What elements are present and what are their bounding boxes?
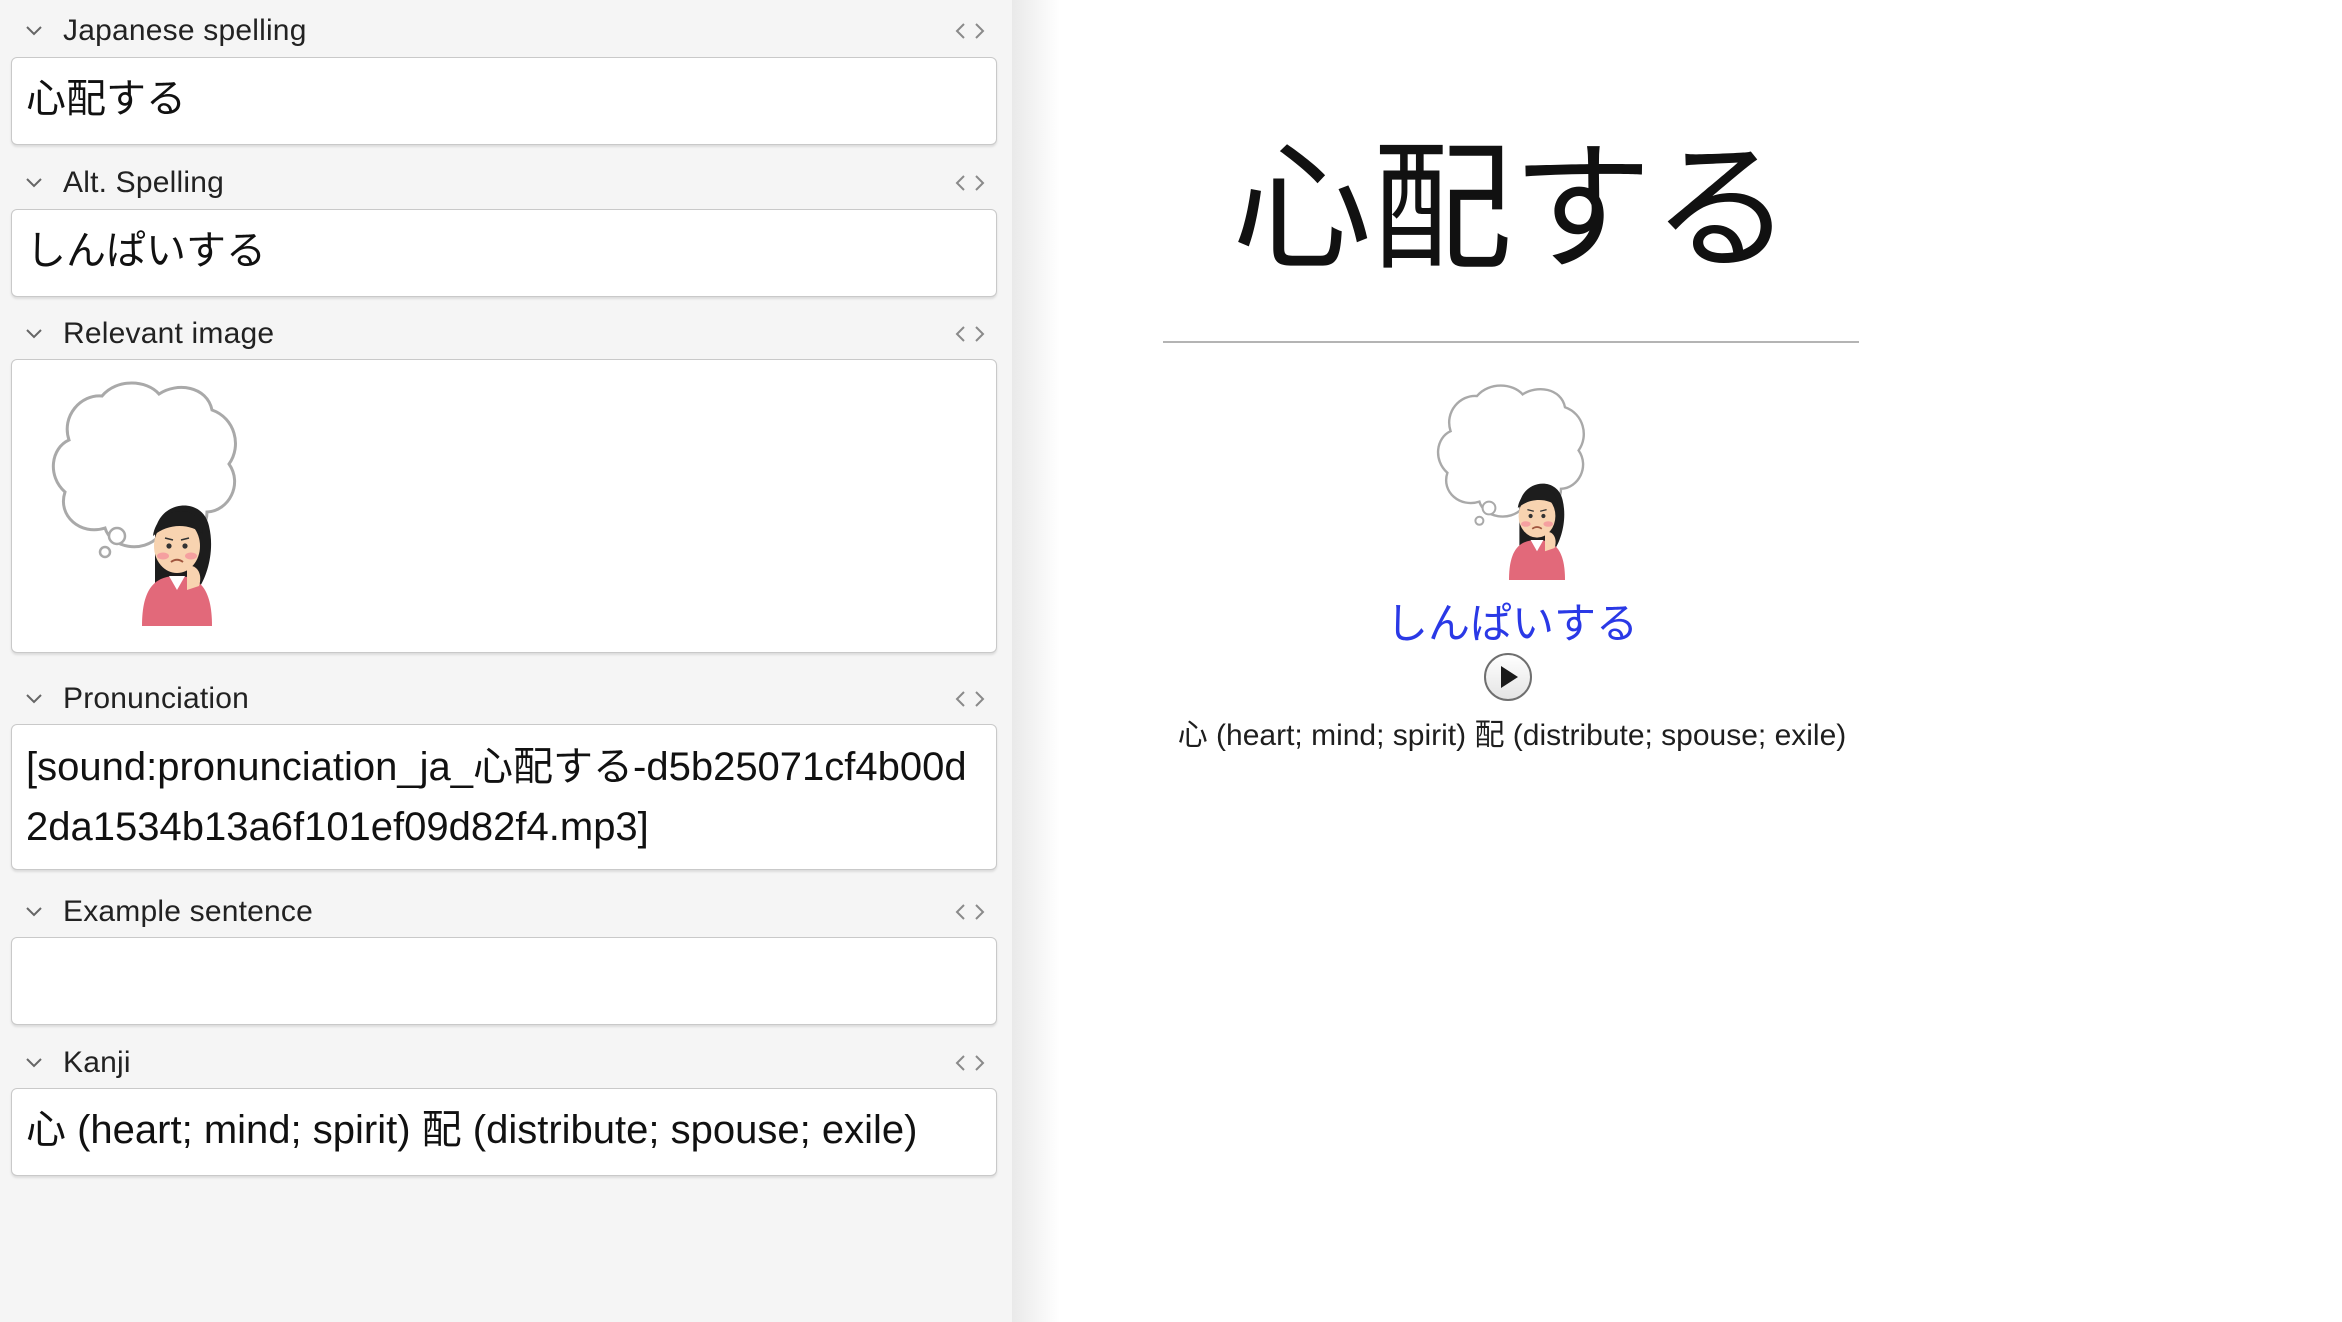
note-editor: Japanese spelling 心配する Alt. Spelling しんぱ… <box>0 0 1012 1322</box>
chevron-down-icon[interactable] <box>22 19 46 43</box>
worried-woman-thought-bubble-image <box>1437 384 1585 580</box>
field-value: 心配する <box>26 77 186 121</box>
field-input-kanji[interactable]: 心 (heart; mind; spirit) 配 (distribute; s… <box>11 1088 997 1176</box>
code-brackets-icon[interactable] <box>953 18 987 44</box>
field-value: 心 (heart; mind; spirit) 配 (distribute; s… <box>26 1108 918 1152</box>
field-input-japanese-spelling[interactable]: 心配する <box>11 57 997 145</box>
chevron-down-icon[interactable] <box>22 171 46 195</box>
field-value: [sound:pronunciation_ja_心配する-d5b25071cf4… <box>26 745 967 849</box>
field-header-example-sentence: Example sentence <box>0 892 1000 932</box>
field-value: しんぱいする <box>26 229 266 273</box>
preview-divider <box>1163 341 1859 343</box>
field-input-alt-spelling[interactable]: しんぱいする <box>11 209 997 297</box>
chevron-down-icon[interactable] <box>22 900 46 924</box>
chevron-down-icon[interactable] <box>22 687 46 711</box>
preview-word: 心配する <box>1231 128 1792 291</box>
field-header-alt-spelling: Alt. Spelling <box>0 163 1000 203</box>
code-brackets-icon[interactable] <box>953 1050 987 1076</box>
worried-woman-thought-bubble-image <box>51 381 237 626</box>
play-audio-button[interactable] <box>1484 653 1532 701</box>
chevron-down-icon[interactable] <box>22 1051 46 1075</box>
field-input-relevant-image[interactable] <box>11 359 997 653</box>
field-header-kanji: Kanji <box>0 1043 1000 1083</box>
code-brackets-icon[interactable] <box>953 899 987 925</box>
play-icon <box>1501 666 1518 688</box>
field-label: Relevant image <box>63 317 275 350</box>
code-brackets-icon[interactable] <box>953 321 987 347</box>
card-preview: 心配する しんぱいする 心 (heart; mind; spirit) 配 (d… <box>1012 0 2342 1322</box>
field-label: Example sentence <box>63 895 314 928</box>
field-label: Japanese spelling <box>63 14 307 47</box>
code-brackets-icon[interactable] <box>953 686 987 712</box>
field-label: Alt. Spelling <box>63 166 225 199</box>
preview-kanji-info: 心 (heart; mind; spirit) 配 (distribute; s… <box>1177 719 1847 752</box>
chevron-down-icon[interactable] <box>22 322 46 346</box>
field-input-example-sentence[interactable] <box>11 937 997 1025</box>
field-header-pronunciation: Pronunciation <box>0 679 1000 719</box>
field-input-pronunciation[interactable]: [sound:pronunciation_ja_心配する-d5b25071cf4… <box>11 724 997 870</box>
field-header-relevant-image: Relevant image <box>0 314 1000 354</box>
preview-reading-link[interactable]: しんぱいする <box>1012 590 2012 651</box>
field-header-japanese-spelling: Japanese spelling <box>0 11 1000 51</box>
field-label: Pronunciation <box>63 682 250 715</box>
field-label: Kanji <box>63 1046 131 1079</box>
code-brackets-icon[interactable] <box>953 170 987 196</box>
